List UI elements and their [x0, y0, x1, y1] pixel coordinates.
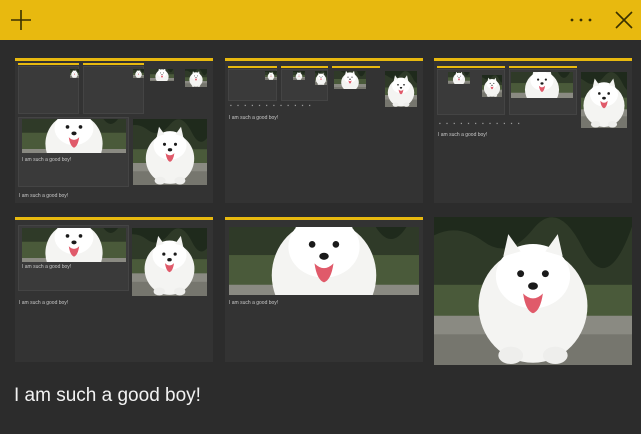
dog-photo: [482, 75, 502, 97]
note-preview-text: I am such a good boy!: [22, 264, 72, 270]
mini-toolbar: ▪ ▪ ▪ ▪ ▪ ▪ ▪ ▪ ▪ ▪ ▪ ▪: [439, 121, 522, 127]
note-caption: I am such a good boy!: [19, 300, 69, 306]
note-card[interactable]: I am such a good boy! I am such a good b…: [15, 217, 213, 362]
mini-toolbar: ▪ ▪ ▪ ▪ ▪ ▪ ▪ ▪ ▪ ▪ ▪ ▪: [230, 103, 313, 109]
dog-photo: [229, 227, 419, 295]
ellipsis-icon: [570, 18, 592, 22]
mini-card-accent: [509, 66, 577, 68]
dog-photo: [448, 72, 470, 84]
more-options-button[interactable]: [564, 0, 598, 40]
title-bar: [0, 0, 641, 40]
note-preview-text: I am such a good boy!: [22, 157, 72, 163]
dog-photo: [22, 228, 126, 262]
dog-photo: [511, 72, 573, 98]
plus-icon: [11, 10, 31, 30]
dog-photo: [385, 71, 417, 107]
note-card[interactable]: [434, 217, 632, 362]
dog-photo: [293, 71, 305, 80]
close-icon: [615, 11, 633, 29]
dog-photo: [434, 217, 632, 365]
note-card[interactable]: ▪ ▪ ▪ ▪ ▪ ▪ ▪ ▪ ▪ ▪ ▪ ▪ I am such a good…: [434, 58, 632, 203]
note-text[interactable]: I am such a good boy!: [14, 385, 201, 407]
mini-card-accent: [437, 66, 505, 68]
dog-photo: [315, 71, 327, 85]
dog-photo: [581, 72, 627, 128]
dog-photo: [150, 69, 174, 81]
dog-photo: [265, 71, 277, 80]
mini-card-accent: [281, 66, 328, 68]
note-caption: I am such a good boy!: [438, 132, 488, 138]
close-button[interactable]: [607, 0, 641, 40]
dog-photo: [133, 69, 144, 78]
mini-card-accent: [332, 66, 380, 68]
note-card[interactable]: ▪ ▪ ▪ ▪ ▪ ▪ ▪ ▪ ▪ ▪ ▪ ▪ I am such a good…: [225, 58, 423, 203]
mini-card-accent: [228, 66, 277, 68]
note-caption: I am such a good boy!: [229, 115, 279, 121]
note-card[interactable]: I am such a good boy! I am such a good b…: [15, 58, 213, 203]
dog-photo: [70, 69, 79, 78]
dog-photo: [132, 228, 207, 296]
mini-card-accent: [18, 63, 79, 65]
dog-photo: [185, 69, 207, 87]
note-caption: I am such a good boy!: [229, 300, 279, 306]
mini-card-accent: [83, 63, 144, 65]
add-note-button[interactable]: [4, 0, 38, 40]
dog-photo: [22, 119, 126, 153]
dog-photo: [334, 71, 366, 89]
note-caption: I am such a good boy!: [19, 193, 69, 199]
note-card[interactable]: I am such a good boy!: [225, 217, 423, 362]
dog-photo: [133, 119, 207, 185]
